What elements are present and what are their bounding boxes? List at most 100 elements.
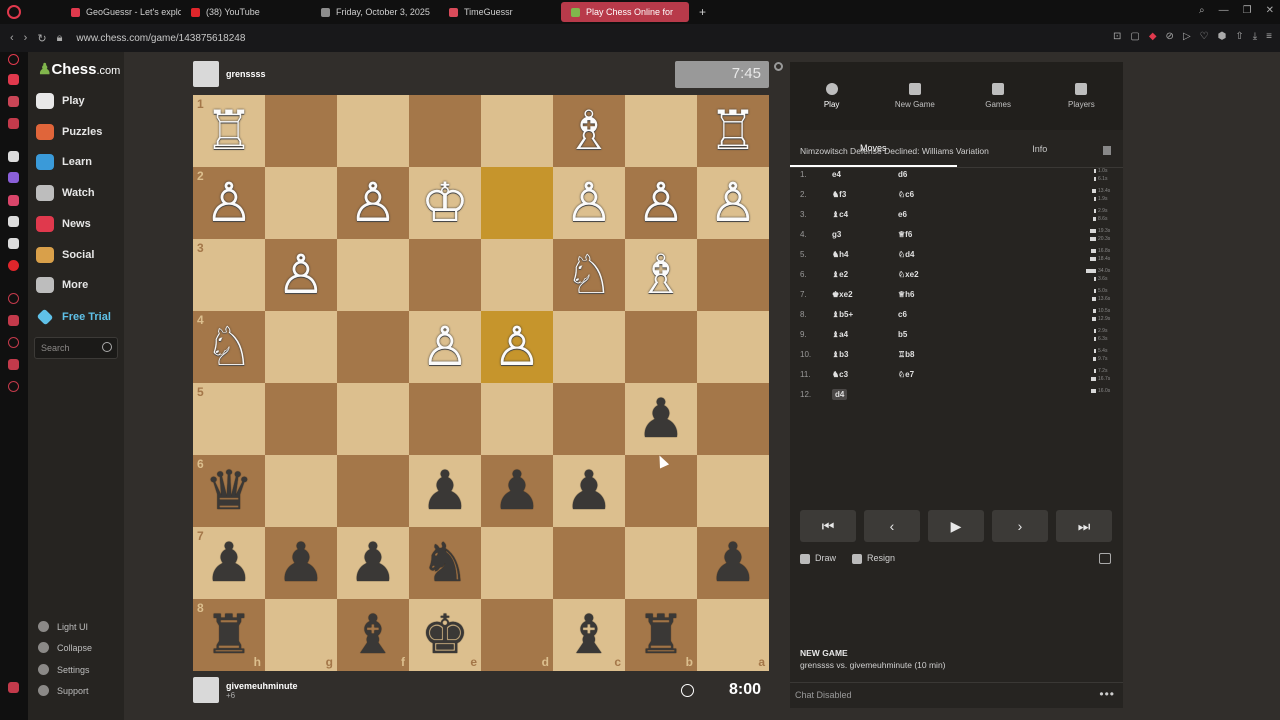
- black-move[interactable]: ♘e7: [898, 370, 914, 379]
- board-square[interactable]: [265, 455, 337, 527]
- board-square[interactable]: ♙: [697, 167, 769, 239]
- opera-logo-icon[interactable]: [7, 5, 21, 19]
- share-icon[interactable]: ⇧: [1235, 31, 1243, 42]
- board-square[interactable]: ♟: [337, 527, 409, 599]
- tab-games[interactable]: Games: [957, 62, 1040, 130]
- tab-players[interactable]: Players: [1040, 62, 1123, 130]
- adblock-icon[interactable]: ⊘: [1166, 31, 1174, 42]
- board-square[interactable]: [409, 95, 481, 167]
- forward-icon[interactable]: ›: [24, 32, 28, 44]
- black-move[interactable]: ♘c6: [898, 190, 914, 199]
- black-bishop-icon[interactable]: ♝: [349, 608, 397, 662]
- book-icon[interactable]: [1103, 146, 1111, 155]
- white-bishop-icon[interactable]: ♗: [565, 104, 613, 158]
- avatar[interactable]: [193, 61, 219, 87]
- black-move[interactable]: d6: [898, 170, 907, 179]
- board-square[interactable]: [337, 455, 409, 527]
- board-square[interactable]: ♖: [697, 95, 769, 167]
- bottom-player-name[interactable]: givemeuhminute: [226, 681, 298, 691]
- board-square[interactable]: [697, 383, 769, 455]
- black-move[interactable]: ♘xe2: [898, 270, 919, 279]
- url-field[interactable]: www.chess.com/game/143875618248: [76, 33, 245, 44]
- white-move[interactable]: ♞h4: [832, 250, 849, 259]
- previous-move-button[interactable]: ‹: [864, 510, 920, 542]
- light-ui-button[interactable]: Light UI: [38, 621, 88, 632]
- support-button[interactable]: Support: [38, 685, 89, 696]
- arrow-icon[interactable]: [8, 151, 19, 162]
- board-square[interactable]: [337, 383, 409, 455]
- board-square[interactable]: [553, 383, 625, 455]
- messenger-icon[interactable]: [8, 74, 19, 85]
- board-square[interactable]: b ♜: [625, 599, 697, 671]
- white-pawn-icon[interactable]: ♙: [709, 176, 757, 230]
- tab-geoguessr[interactable]: GeoGuessr - Let's explore: [61, 2, 181, 22]
- board-square[interactable]: [697, 239, 769, 311]
- board-square[interactable]: ♗: [625, 239, 697, 311]
- black-move[interactable]: b5: [898, 330, 907, 339]
- settings-side-icon[interactable]: [8, 381, 19, 392]
- board-square[interactable]: [481, 383, 553, 455]
- black-rook-icon[interactable]: ♜: [637, 608, 685, 662]
- board-square[interactable]: ♟: [481, 455, 553, 527]
- board-square[interactable]: [265, 167, 337, 239]
- free-trial-button[interactable]: Free Trial: [36, 308, 111, 326]
- pin-icon[interactable]: ⊡: [1113, 31, 1121, 42]
- board-square[interactable]: ♟: [697, 527, 769, 599]
- bookmark-icon[interactable]: [8, 315, 19, 326]
- board-square[interactable]: [481, 527, 553, 599]
- board-square[interactable]: [337, 311, 409, 383]
- black-move[interactable]: c6: [898, 310, 907, 319]
- reload-icon[interactable]: ↻: [37, 32, 46, 45]
- white-pawn-icon[interactable]: ♙: [421, 320, 469, 374]
- close-icon[interactable]: ✕: [1266, 5, 1274, 16]
- white-move[interactable]: ♝e2: [832, 270, 848, 279]
- black-queen-icon[interactable]: ♛: [205, 464, 253, 518]
- board-square[interactable]: [553, 527, 625, 599]
- tab-date[interactable]: Friday, October 3, 2025: [311, 2, 439, 22]
- board-square[interactable]: [265, 95, 337, 167]
- maximize-icon[interactable]: ❐: [1243, 5, 1252, 16]
- board-square[interactable]: ♟: [409, 455, 481, 527]
- tab-chess[interactable]: Play Chess Online for: [561, 2, 689, 22]
- chess-board[interactable]: 1 ♖ ♗ ♖ 2 ♙ ♙ ♔ ♙ ♙ ♙ 3 ♙ ♘ ♗ 4 ♘ ♙ ♙ 5 ♟ 6 ♛ ♟ ♟ ♟ 7 ♟ ♟ ♟ ♞ ♟ 8 h ♜ g f ♝ e ♚…: [193, 95, 769, 671]
- gx-icon[interactable]: [8, 682, 19, 693]
- board-square[interactable]: 4 ♘: [193, 311, 265, 383]
- board-square[interactable]: ♟: [625, 383, 697, 455]
- white-move[interactable]: g3: [832, 230, 841, 239]
- sidebar-item-more[interactable]: More: [36, 277, 88, 294]
- board-square[interactable]: 8 h ♜: [193, 599, 265, 671]
- more-options-icon[interactable]: •••: [1099, 687, 1115, 701]
- board-square[interactable]: [337, 239, 409, 311]
- board-square[interactable]: d: [481, 599, 553, 671]
- board-square[interactable]: [265, 383, 337, 455]
- search-icon[interactable]: ⌕: [1199, 5, 1205, 16]
- board-square[interactable]: g: [265, 599, 337, 671]
- black-move[interactable]: ♖b8: [898, 350, 915, 359]
- sidebar-item-news[interactable]: News: [36, 215, 91, 232]
- white-move[interactable]: d4: [832, 389, 848, 400]
- board-square[interactable]: ♙: [553, 167, 625, 239]
- sidebar-item-watch[interactable]: Watch: [36, 185, 95, 202]
- board-square[interactable]: a: [697, 599, 769, 671]
- board-square[interactable]: 2 ♙: [193, 167, 265, 239]
- new-tab-button[interactable]: +: [689, 2, 716, 22]
- black-move[interactable]: ♕f6: [898, 230, 912, 239]
- board-square[interactable]: ♘: [553, 239, 625, 311]
- search-input[interactable]: Search: [34, 337, 118, 359]
- whatsapp-icon[interactable]: [8, 96, 19, 107]
- chess-logo[interactable]: ♟Chess.com: [38, 60, 120, 78]
- board-square[interactable]: ♞: [409, 527, 481, 599]
- heart-icon[interactable]: ♡: [1200, 31, 1209, 42]
- download-side-icon[interactable]: [8, 359, 19, 370]
- white-pawn-icon[interactable]: ♙: [637, 176, 685, 230]
- white-king-icon[interactable]: ♔: [421, 176, 469, 230]
- shield-icon[interactable]: ◆: [1149, 31, 1157, 42]
- board-square[interactable]: e ♚: [409, 599, 481, 671]
- tab-play[interactable]: Play: [790, 62, 873, 130]
- black-move[interactable]: ♕h6: [898, 290, 915, 299]
- black-pawn-icon[interactable]: ♟: [493, 464, 541, 518]
- sidebar-item-learn[interactable]: Learn: [36, 154, 92, 171]
- white-knight-icon[interactable]: ♘: [565, 248, 613, 302]
- black-pawn-icon[interactable]: ♟: [637, 392, 685, 446]
- black-pawn-icon[interactable]: ♟: [421, 464, 469, 518]
